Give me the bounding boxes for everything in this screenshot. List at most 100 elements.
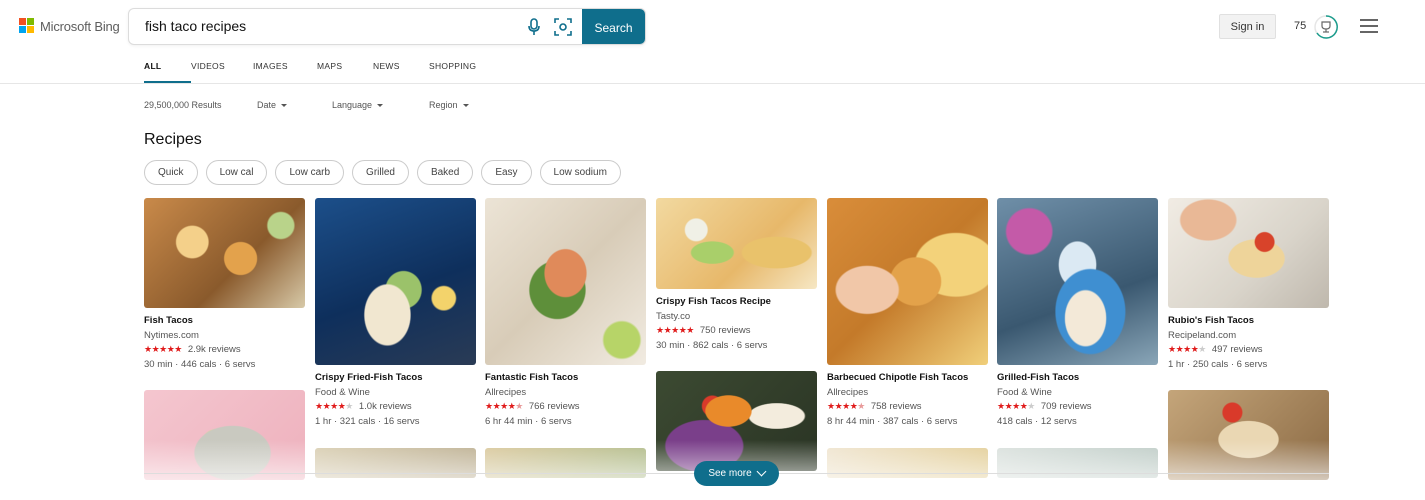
recipe-card[interactable] bbox=[144, 390, 305, 480]
recipe-image[interactable] bbox=[1168, 390, 1329, 480]
star-rating-icon: ★★★★★ bbox=[997, 401, 1035, 411]
header: Microsoft Bing Search Sign in 75 ALL VID… bbox=[0, 0, 1425, 84]
recipe-meta: 30 min · 862 cals · 6 servs bbox=[656, 340, 768, 351]
caret-down-icon bbox=[281, 104, 288, 108]
language-filter[interactable]: Language bbox=[332, 100, 384, 110]
recipe-card[interactable]: Fantastic Fish Tacos Allrecipes ★★★★★ 766… bbox=[485, 198, 646, 427]
date-filter[interactable]: Date bbox=[257, 100, 288, 110]
recipe-title[interactable]: Rubio's Fish Tacos bbox=[1168, 315, 1329, 326]
recipe-title[interactable]: Crispy Fish Tacos Recipe bbox=[656, 296, 817, 307]
review-count: 709 reviews bbox=[1040, 401, 1092, 412]
tab-all[interactable]: ALL bbox=[144, 61, 191, 83]
recipe-image[interactable] bbox=[144, 390, 305, 480]
recipe-image[interactable] bbox=[997, 198, 1158, 365]
recipe-card[interactable] bbox=[656, 371, 817, 471]
bing-logo[interactable]: Microsoft Bing bbox=[19, 18, 120, 34]
recipe-card[interactable]: Fish Tacos Nytimes.com ★★★★★ 2.9k reviews… bbox=[144, 198, 305, 370]
brand-name: Microsoft Bing bbox=[40, 18, 120, 34]
recipe-card[interactable]: Rubio's Fish Tacos Recipeland.com ★★★★★ 4… bbox=[1168, 198, 1329, 370]
microphone-icon[interactable] bbox=[527, 18, 541, 36]
recipe-source: Allrecipes bbox=[485, 387, 527, 398]
recipe-rating: ★★★★★ 758 reviews bbox=[827, 401, 988, 412]
recipe-title[interactable]: Crispy Fried-Fish Tacos bbox=[315, 372, 476, 383]
tab-shopping[interactable]: SHOPPING bbox=[429, 61, 489, 83]
recipe-title[interactable]: Fantastic Fish Tacos bbox=[485, 372, 646, 383]
caret-down-icon bbox=[462, 104, 469, 108]
region-filter-label: Region bbox=[429, 100, 458, 110]
recipe-meta: 418 cals · 12 servs bbox=[997, 416, 1077, 427]
star-rating-icon: ★★★★★ bbox=[656, 325, 694, 335]
hamburger-menu-icon[interactable] bbox=[1360, 19, 1378, 33]
visual-search-icon[interactable] bbox=[554, 18, 572, 36]
review-count: 1.0k reviews bbox=[358, 401, 412, 412]
recipe-card[interactable]: Crispy Fried-Fish Tacos Food & Wine ★★★★… bbox=[315, 198, 476, 427]
star-rating-icon: ★★★★★ bbox=[315, 401, 353, 411]
recipe-meta: 1 hr · 250 cals · 6 servs bbox=[1168, 359, 1268, 370]
recipe-rating: ★★★★★ 2.9k reviews bbox=[144, 344, 305, 355]
tab-images[interactable]: IMAGES bbox=[253, 61, 317, 83]
results-count: 29,500,000 Results bbox=[144, 100, 222, 110]
recipe-source: Food & Wine bbox=[997, 387, 1052, 398]
search-tabs: ALL VIDEOS IMAGES MAPS NEWS SHOPPING bbox=[144, 61, 489, 83]
chip-low-carb[interactable]: Low carb bbox=[275, 160, 345, 185]
region-filter[interactable]: Region bbox=[429, 100, 469, 110]
review-count: 758 reviews bbox=[870, 401, 922, 412]
date-filter-label: Date bbox=[257, 100, 277, 110]
chevron-down-icon bbox=[756, 466, 767, 477]
recipe-rating: ★★★★★ 497 reviews bbox=[1168, 344, 1329, 355]
recipe-source: Recipeland.com bbox=[1168, 330, 1237, 341]
recipe-source: Allrecipes bbox=[827, 387, 869, 398]
microsoft-logo-icon bbox=[19, 18, 35, 34]
chip-grilled[interactable]: Grilled bbox=[352, 160, 409, 185]
chip-baked[interactable]: Baked bbox=[416, 160, 474, 185]
star-rating-icon: ★★★★★ bbox=[144, 344, 182, 354]
recipe-rating: ★★★★★ 1.0k reviews bbox=[315, 401, 476, 412]
rewards-points[interactable]: 75 bbox=[1294, 20, 1306, 32]
recipe-meta: 30 min · 446 cals · 6 servs bbox=[144, 359, 256, 370]
language-filter-label: Language bbox=[332, 100, 373, 110]
recipe-rating: ★★★★★ 766 reviews bbox=[485, 401, 646, 412]
recipe-image[interactable] bbox=[315, 198, 476, 365]
recipe-image[interactable] bbox=[485, 198, 646, 365]
recipe-meta: 8 hr 44 min · 387 cals · 6 servs bbox=[827, 416, 958, 427]
search-input[interactable] bbox=[145, 18, 515, 34]
rewards-trophy-icon[interactable] bbox=[1313, 14, 1339, 40]
recipe-image[interactable] bbox=[656, 371, 817, 471]
see-more-button[interactable]: See more bbox=[694, 461, 779, 486]
section-title: Recipes bbox=[144, 131, 202, 148]
recipe-source: Food & Wine bbox=[315, 387, 370, 398]
sign-in-button[interactable]: Sign in bbox=[1219, 14, 1276, 39]
chip-quick[interactable]: Quick bbox=[144, 160, 198, 185]
recipe-rating: ★★★★★ 709 reviews bbox=[997, 401, 1158, 412]
search-button[interactable]: Search bbox=[582, 9, 645, 44]
caret-down-icon bbox=[377, 104, 384, 108]
chip-low-sodium[interactable]: Low sodium bbox=[539, 160, 621, 185]
recipe-card[interactable]: Crispy Fish Tacos Recipe Tasty.co ★★★★★ 7… bbox=[656, 198, 817, 351]
search-box: Search bbox=[128, 8, 646, 45]
recipe-meta: 6 hr 44 min · 6 servs bbox=[485, 416, 572, 427]
recipe-title[interactable]: Barbecued Chipotle Fish Tacos bbox=[827, 372, 988, 383]
recipe-image[interactable] bbox=[656, 198, 817, 289]
recipe-source: Tasty.co bbox=[656, 311, 691, 322]
star-rating-icon: ★★★★★ bbox=[1168, 344, 1206, 354]
star-rating-icon: ★★★★★ bbox=[827, 401, 865, 411]
tab-maps[interactable]: MAPS bbox=[317, 61, 373, 83]
recipe-card[interactable]: Grilled-Fish Tacos Food & Wine ★★★★★ 709 … bbox=[997, 198, 1158, 427]
tab-news[interactable]: NEWS bbox=[373, 61, 429, 83]
chip-easy[interactable]: Easy bbox=[481, 160, 532, 185]
recipe-image[interactable] bbox=[1168, 198, 1329, 308]
tab-videos[interactable]: VIDEOS bbox=[191, 61, 253, 83]
recipe-image[interactable] bbox=[827, 198, 988, 365]
recipe-card[interactable]: Barbecued Chipotle Fish Tacos Allrecipes… bbox=[827, 198, 988, 427]
recipe-title[interactable]: Fish Tacos bbox=[144, 315, 305, 326]
recipe-rating: ★★★★★ 750 reviews bbox=[656, 325, 817, 336]
recipe-meta: 1 hr · 321 cals · 16 servs bbox=[315, 416, 420, 427]
recipe-image[interactable] bbox=[144, 198, 305, 308]
chip-low-cal[interactable]: Low cal bbox=[205, 160, 268, 185]
see-more-label: See more bbox=[708, 468, 752, 479]
recipe-title[interactable]: Grilled-Fish Tacos bbox=[997, 372, 1158, 383]
recipe-card[interactable] bbox=[1168, 390, 1329, 480]
star-rating-icon: ★★★★★ bbox=[485, 401, 523, 411]
review-count: 2.9k reviews bbox=[187, 344, 241, 355]
recipe-filter-chips: Quick Low cal Low carb Grilled Baked Eas… bbox=[144, 160, 621, 185]
